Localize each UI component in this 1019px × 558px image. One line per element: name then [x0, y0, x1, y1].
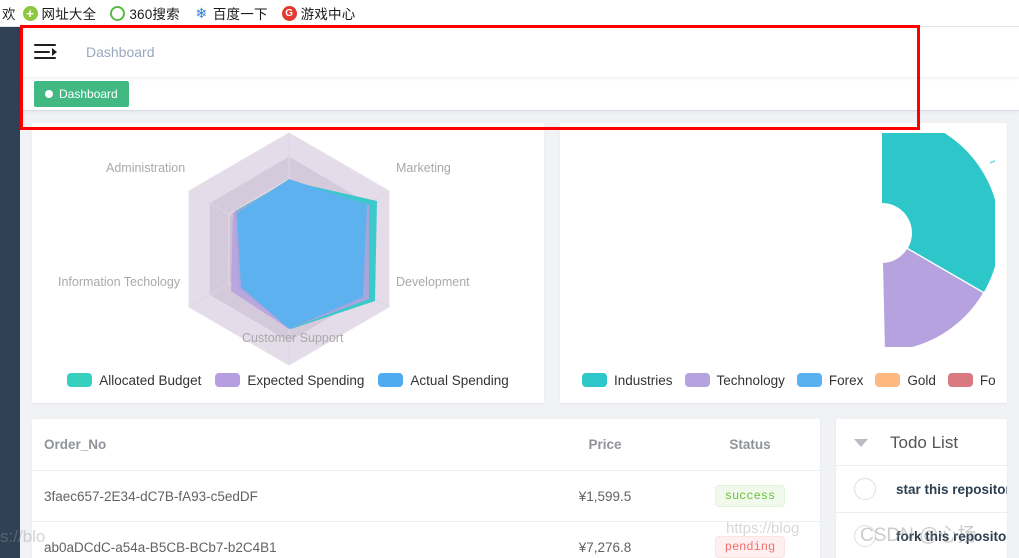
bookmark-wangzhidaquan[interactable]: 网址大全	[16, 2, 104, 24]
cell-status: success	[680, 470, 820, 522]
legend-label: Gold	[907, 372, 936, 388]
active-dot-icon	[45, 89, 53, 98]
bookmark-baidu[interactable]: ❄ 百度一下	[187, 2, 275, 24]
legend-swatch	[67, 373, 93, 387]
list-item[interactable]: star this repository	[836, 466, 1007, 513]
legend-swatch	[796, 373, 822, 387]
radar-axis-label-administration: Administration	[106, 161, 186, 175]
table-row[interactable]: ab0aDCdC-a54a-B5CB-BCb7-b2C4B1 ¥7,276.8 …	[32, 521, 820, 558]
baidu-paw-icon: ❄	[193, 4, 209, 21]
bookmark-game-center[interactable]: 游戏中心	[275, 2, 363, 24]
bookmark-label: 游戏中心	[300, 7, 356, 22]
pie-chart-svg	[882, 133, 995, 347]
orders-table-card: Order_No Price Status 3faec657-2E34-dC7B…	[32, 419, 820, 558]
table-header-row: Order_No Price Status	[32, 419, 820, 471]
cell-order-no: ab0aDCdC-a54a-B5CB-BCb7-b2C4B1	[32, 521, 530, 558]
legend-label: Allocated Budget	[99, 372, 202, 388]
tags-view: Dashboard	[20, 77, 1019, 111]
green-ring-icon	[110, 5, 126, 21]
legend-label: Fo	[979, 372, 996, 388]
legend-item-allocated-budget[interactable]: Allocated Budget	[67, 373, 201, 388]
todo-header: Todo List	[836, 419, 1007, 466]
main-content: Dashboard Dashboard Marketing Developmen…	[20, 27, 1019, 558]
bookmark-label: 网址大全	[41, 7, 97, 22]
hamburger-collapse-icon[interactable]	[34, 44, 57, 60]
radar-axis-label-customer-support: Customer Support	[242, 331, 344, 345]
bookmark-label: 百度一下	[212, 7, 268, 22]
legend-item-gold[interactable]: Gold	[875, 373, 936, 388]
green-plus-icon	[22, 5, 38, 21]
legend-swatch	[582, 373, 607, 387]
tag-dashboard[interactable]: Dashboard	[34, 80, 129, 107]
bookmark-360-search[interactable]: 360搜索	[103, 2, 187, 24]
cell-order-no: 3faec657-2E34-dC7B-fA93-c5edDF	[32, 470, 530, 522]
legend-label: Forex	[828, 372, 864, 388]
app-shell: Dashboard Dashboard Marketing Developmen…	[0, 27, 1019, 558]
column-header-status[interactable]: Status	[680, 419, 820, 471]
legend-swatch	[378, 373, 404, 387]
todo-item-label: fork this repository	[896, 528, 1007, 544]
list-item[interactable]: fork this repository	[836, 513, 1007, 558]
legend-swatch	[215, 373, 241, 387]
cell-status: pending	[680, 521, 820, 558]
radar-axis-label-information-techology: Information Techology	[58, 275, 181, 289]
legend-item-industries[interactable]: Industries	[582, 373, 673, 388]
orders-table: Order_No Price Status 3faec657-2E34-dC7B…	[32, 419, 820, 558]
legend-swatch	[684, 373, 710, 387]
bookmark-label: 360搜索	[129, 7, 180, 22]
red-game-icon	[281, 5, 297, 21]
pie-callout-line	[989, 160, 995, 164]
column-header-price[interactable]: Price	[530, 419, 680, 471]
legend-item-actual-spending[interactable]: Actual Spending	[378, 372, 509, 388]
radar-legend: Allocated Budget Expected Spending Actua…	[44, 365, 532, 395]
breadcrumb: Dashboard	[86, 44, 155, 60]
pie-chart-card: Industries Industries Technology	[560, 123, 1007, 403]
legend-item-fo[interactable]: Fo	[947, 372, 996, 388]
browser-bookmark-bar: 欢 网址大全 360搜索 ❄ 百度一下 游戏中心	[0, 0, 1019, 27]
column-header-order-no[interactable]: Order_No	[32, 419, 530, 471]
todo-list-card: Todo List star this repository fork this…	[836, 419, 1007, 558]
radar-chart[interactable]: Marketing Development Customer Support I…	[44, 132, 532, 366]
charts-row: Marketing Development Customer Support I…	[32, 123, 1007, 403]
legend-label: Actual Spending	[410, 372, 509, 388]
todo-checkbox[interactable]	[854, 525, 876, 547]
cell-price: ¥7,276.8	[530, 521, 680, 558]
sidebar-collapsed[interactable]	[0, 27, 20, 558]
legend-item-forex[interactable]: Forex	[796, 372, 864, 388]
dashboard-body: Marketing Development Customer Support I…	[20, 111, 1019, 558]
radar-chart-card: Marketing Development Customer Support I…	[32, 123, 544, 403]
todo-title: Todo List	[890, 433, 959, 452]
todo-checkbox[interactable]	[854, 478, 876, 500]
legend-label: Industries	[614, 372, 673, 388]
legend-label: Expected Spending	[247, 372, 365, 388]
tag-label: Dashboard	[59, 86, 118, 101]
cell-price: ¥1,599.5	[530, 470, 680, 522]
table-row[interactable]: 3faec657-2E34-dC7B-fA93-c5edDF ¥1,599.5 …	[32, 470, 820, 522]
pie-legend: Industries Technology Forex Gold Fo	[572, 365, 996, 395]
status-badge: pending	[714, 536, 786, 558]
legend-swatch	[875, 373, 901, 387]
status-badge: success	[714, 485, 786, 507]
legend-swatch	[947, 373, 973, 387]
legend-item-technology[interactable]: Technology	[684, 372, 785, 388]
todo-item-label: star this repository	[896, 481, 1007, 497]
bookmark-partial-label[interactable]: 欢	[0, 3, 16, 23]
lower-row: Order_No Price Status 3faec657-2E34-dC7B…	[32, 419, 1007, 558]
radar-axis-label-marketing: Marketing	[396, 161, 451, 175]
navbar: Dashboard	[20, 27, 1019, 77]
chevron-down-icon[interactable]	[854, 439, 868, 447]
legend-label: Technology	[716, 372, 785, 388]
radar-axis-label-development: Development	[396, 275, 470, 289]
legend-item-expected-spending[interactable]: Expected Spending	[215, 373, 364, 388]
pie-chart[interactable]: Industries	[572, 133, 995, 365]
